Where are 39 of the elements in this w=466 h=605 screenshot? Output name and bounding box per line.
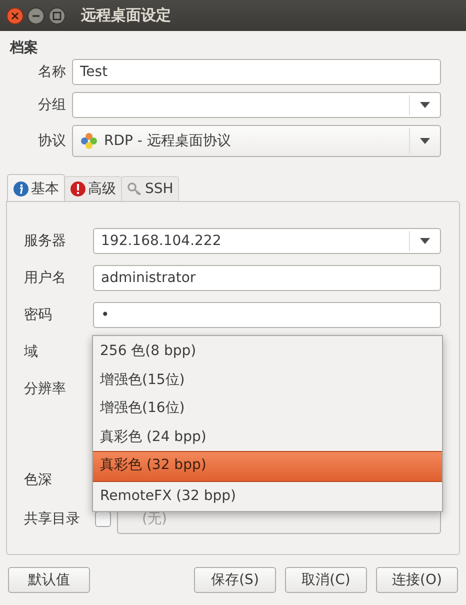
combo-box[interactable]: 192.168.104.222 bbox=[93, 228, 441, 254]
field-label: 分组 bbox=[37, 96, 66, 114]
field-label: 色深 bbox=[24, 471, 53, 489]
combo-box[interactable]: RDP - 远程桌面协议 bbox=[72, 125, 441, 157]
field-label: 密码 bbox=[24, 306, 53, 324]
text-field[interactable]: Test bbox=[72, 59, 441, 85]
menu-item[interactable]: 真彩色 (32 bpp) bbox=[93, 451, 442, 482]
field-label: 域 bbox=[24, 343, 39, 361]
dropdown-arrow-icon bbox=[420, 102, 430, 108]
menu-item[interactable]: 256 色(8 bpp) bbox=[93, 337, 442, 366]
field-label: 服务器 bbox=[24, 232, 67, 250]
field-label: 分辨率 bbox=[24, 380, 67, 398]
text-field[interactable]: administrator bbox=[93, 265, 441, 291]
dropdown-arrow-icon bbox=[420, 138, 430, 144]
text-field[interactable]: • bbox=[93, 302, 441, 328]
tab[interactable]: 基本 bbox=[7, 174, 65, 202]
dialog-button[interactable]: 连接(O) bbox=[376, 567, 458, 593]
dialog-button[interactable]: 取消(C) bbox=[285, 567, 367, 593]
menu-item[interactable]: 增强色(15位) bbox=[93, 366, 442, 394]
menu-item[interactable]: 增强色(16位) bbox=[93, 394, 442, 422]
plugin-icon bbox=[80, 132, 98, 150]
dropdown-arrow-icon bbox=[420, 238, 430, 244]
key-icon bbox=[127, 181, 143, 197]
field-label: 用户名 bbox=[24, 269, 67, 287]
dialog-button[interactable]: 保存(S) bbox=[194, 567, 276, 593]
close-icon[interactable] bbox=[6, 6, 24, 24]
minimize-icon[interactable] bbox=[27, 6, 45, 24]
window-title: 远程桌面设定 bbox=[81, 6, 171, 25]
tab[interactable]: SSH bbox=[121, 176, 180, 201]
field-label: 共享目录 bbox=[24, 510, 81, 528]
field-label: 名称 bbox=[37, 63, 66, 81]
section-heading: 档案 bbox=[10, 39, 39, 58]
tab[interactable]: 高级 bbox=[64, 176, 122, 201]
menu-item[interactable]: 真彩色 (24 bpp) bbox=[93, 422, 442, 451]
maximize-icon[interactable] bbox=[48, 6, 66, 24]
field-label: 协议 bbox=[37, 132, 66, 150]
error-icon bbox=[70, 181, 86, 197]
dialog-button[interactable]: 默认值 bbox=[8, 567, 90, 593]
info-icon bbox=[13, 180, 29, 196]
